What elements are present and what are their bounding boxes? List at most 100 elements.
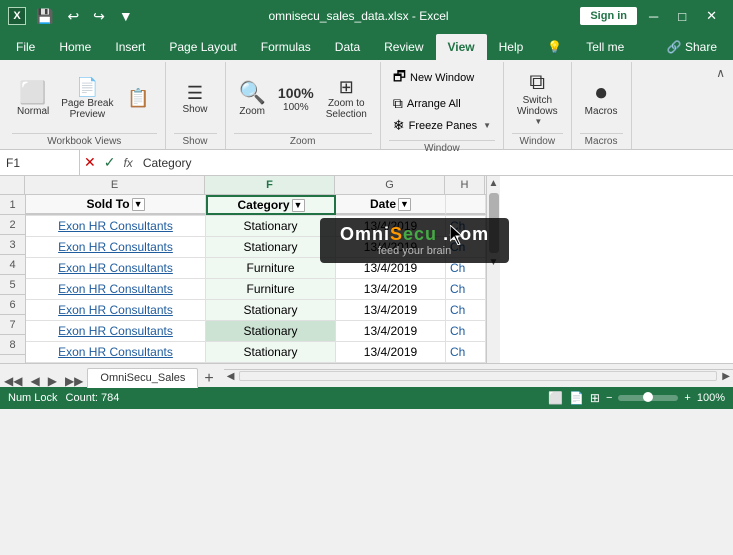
vertical-scrollbar[interactable]: ▲ ▼ bbox=[486, 176, 500, 363]
zoom-slider[interactable] bbox=[618, 395, 678, 401]
close-button[interactable]: ✕ bbox=[698, 6, 725, 26]
tab-home[interactable]: Home bbox=[47, 34, 103, 60]
zoom-thumb[interactable] bbox=[643, 392, 653, 402]
h-scroll-track[interactable] bbox=[239, 371, 717, 381]
custom-views-button[interactable]: 📋 bbox=[121, 69, 157, 129]
sheet-nav-next[interactable]: ▶ bbox=[44, 374, 61, 388]
cell-e8[interactable]: Exon HR Consultants bbox=[26, 342, 206, 362]
col-header-g[interactable]: G bbox=[335, 176, 445, 194]
cell-h5[interactable]: Ch bbox=[446, 279, 486, 299]
sheet-nav-prev[interactable]: ◀ bbox=[26, 374, 43, 388]
col-header-e[interactable]: E bbox=[25, 176, 205, 194]
minimize-button[interactable]: ─ bbox=[641, 7, 666, 26]
undo-qat[interactable]: ↩ bbox=[63, 6, 83, 27]
scroll-left-arrow[interactable]: ◀ bbox=[224, 371, 238, 382]
cell-e2[interactable]: Exon HR Consultants bbox=[26, 216, 206, 236]
formula-confirm[interactable]: ✓ bbox=[100, 154, 120, 171]
add-sheet-button[interactable]: + bbox=[198, 370, 219, 388]
scroll-up-arrow[interactable]: ▲ bbox=[487, 176, 501, 191]
redo-qat[interactable]: ↪ bbox=[89, 6, 109, 27]
tab-view[interactable]: View bbox=[436, 34, 487, 60]
zoom-to-selection-button[interactable]: ⊞ Zoom toSelection bbox=[321, 69, 372, 129]
formula-cancel[interactable]: ✕ bbox=[80, 154, 100, 171]
tab-review[interactable]: Review bbox=[372, 34, 435, 60]
cell-g5[interactable]: 13/4/2019 bbox=[336, 279, 446, 299]
ribbon-collapse[interactable]: ∧ bbox=[712, 62, 729, 149]
row-num-6[interactable]: 6 bbox=[0, 295, 25, 315]
cell-f1[interactable]: Category ▼ bbox=[206, 195, 336, 215]
freeze-panes-button[interactable]: ❄ Freeze Panes ▼ bbox=[389, 115, 495, 136]
cell-h7[interactable]: Ch bbox=[446, 321, 486, 341]
cell-h8[interactable]: Ch bbox=[446, 342, 486, 362]
cell-f3[interactable]: Stationary bbox=[206, 237, 336, 257]
normal-view-button[interactable]: ⬜ Normal bbox=[12, 69, 54, 129]
row-num-4[interactable]: 4 bbox=[0, 255, 25, 275]
row-num-2[interactable]: 2 bbox=[0, 215, 25, 235]
tab-page-layout[interactable]: Page Layout bbox=[157, 34, 248, 60]
row-num-8[interactable]: 8 bbox=[0, 335, 25, 355]
date-filter[interactable]: ▼ bbox=[398, 198, 411, 211]
macros-button[interactable]: ⏺ Macros bbox=[580, 69, 623, 129]
cell-f4[interactable]: Furniture bbox=[206, 258, 336, 278]
cell-f5[interactable]: Furniture bbox=[206, 279, 336, 299]
page-break-button[interactable]: 📄 Page BreakPreview bbox=[56, 69, 118, 129]
cell-e1[interactable]: Sold To ▼ bbox=[26, 195, 206, 215]
cell-h1[interactable] bbox=[446, 195, 486, 215]
row-num-7[interactable]: 7 bbox=[0, 315, 25, 335]
page-layout-btn[interactable]: 📄 bbox=[569, 391, 584, 405]
maximize-button[interactable]: □ bbox=[670, 7, 694, 26]
scroll-right-arrow[interactable]: ▶ bbox=[719, 371, 733, 382]
sheet-tab-omnisecu[interactable]: OmniSecu_Sales bbox=[87, 368, 198, 388]
normal-view-btn[interactable]: ⬜ bbox=[548, 391, 563, 405]
row-num-5[interactable]: 5 bbox=[0, 275, 25, 295]
col-header-h[interactable]: H bbox=[445, 176, 485, 194]
zoom-100-button[interactable]: 100% 100% bbox=[273, 69, 319, 129]
name-box[interactable]: F1 bbox=[0, 150, 80, 175]
formula-content[interactable]: Category bbox=[137, 156, 733, 170]
tab-formulas[interactable]: Formulas bbox=[249, 34, 323, 60]
category-filter[interactable]: ▼ bbox=[292, 199, 305, 212]
tab-data[interactable]: Data bbox=[323, 34, 372, 60]
save-qat[interactable]: 💾 bbox=[32, 6, 57, 27]
ribbon-group-show: ☰ Show Show bbox=[166, 62, 226, 149]
cell-f6[interactable]: Stationary bbox=[206, 300, 336, 320]
cell-f7[interactable]: Stationary bbox=[206, 321, 336, 341]
sold-to-filter[interactable]: ▼ bbox=[132, 198, 145, 211]
row-num-1[interactable]: 1 bbox=[0, 195, 25, 215]
new-window-button[interactable]: 🗗 New Window bbox=[389, 64, 495, 92]
sheet-nav-last[interactable]: ▶▶ bbox=[61, 374, 87, 388]
horizontal-scrollbar[interactable]: ◀ ▶ bbox=[224, 369, 733, 383]
zoom-plus[interactable]: + bbox=[684, 392, 690, 404]
switch-windows-button[interactable]: ⧉ SwitchWindows ▼ bbox=[512, 68, 563, 129]
cell-f8[interactable]: Stationary bbox=[206, 342, 336, 362]
tab-tellme[interactable]: Tell me bbox=[574, 34, 636, 60]
cell-g7[interactable]: 13/4/2019 bbox=[336, 321, 446, 341]
formula-fx-icon[interactable]: fx bbox=[119, 156, 136, 170]
switch-label: SwitchWindows bbox=[517, 95, 558, 117]
sheet-nav-first[interactable]: ◀◀ bbox=[0, 374, 26, 388]
cell-e4[interactable]: Exon HR Consultants bbox=[26, 258, 206, 278]
show-button[interactable]: ☰ Show bbox=[177, 69, 213, 129]
tab-insert[interactable]: Insert bbox=[103, 34, 157, 60]
tab-file[interactable]: File bbox=[4, 34, 47, 60]
tab-help[interactable]: Help bbox=[487, 34, 536, 60]
page-break-btn[interactable]: ⊞ bbox=[590, 391, 600, 405]
cell-g6[interactable]: 13/4/2019 bbox=[336, 300, 446, 320]
tab-tellme-icon[interactable]: 💡 bbox=[535, 34, 574, 60]
qat-dropdown[interactable]: ▼ bbox=[115, 6, 137, 26]
col-header-f[interactable]: F bbox=[205, 176, 335, 194]
cell-e7[interactable]: Exon HR Consultants bbox=[26, 321, 206, 341]
cell-g8[interactable]: 13/4/2019 bbox=[336, 342, 446, 362]
cell-g1[interactable]: Date ▼ bbox=[336, 195, 446, 215]
cell-e6[interactable]: Exon HR Consultants bbox=[26, 300, 206, 320]
cell-f2[interactable]: Stationary bbox=[206, 216, 336, 236]
row-num-3[interactable]: 3 bbox=[0, 235, 25, 255]
sign-in-button[interactable]: Sign in bbox=[580, 7, 637, 25]
zoom-button[interactable]: 🔍 Zoom bbox=[234, 69, 271, 129]
arrange-all-button[interactable]: ⧉ Arrange All bbox=[389, 93, 495, 114]
zoom-minus[interactable]: − bbox=[606, 392, 612, 404]
cell-h6[interactable]: Ch bbox=[446, 300, 486, 320]
cell-e3[interactable]: Exon HR Consultants bbox=[26, 237, 206, 257]
cell-e5[interactable]: Exon HR Consultants bbox=[26, 279, 206, 299]
tab-share[interactable]: 🔗 Share bbox=[655, 34, 729, 60]
